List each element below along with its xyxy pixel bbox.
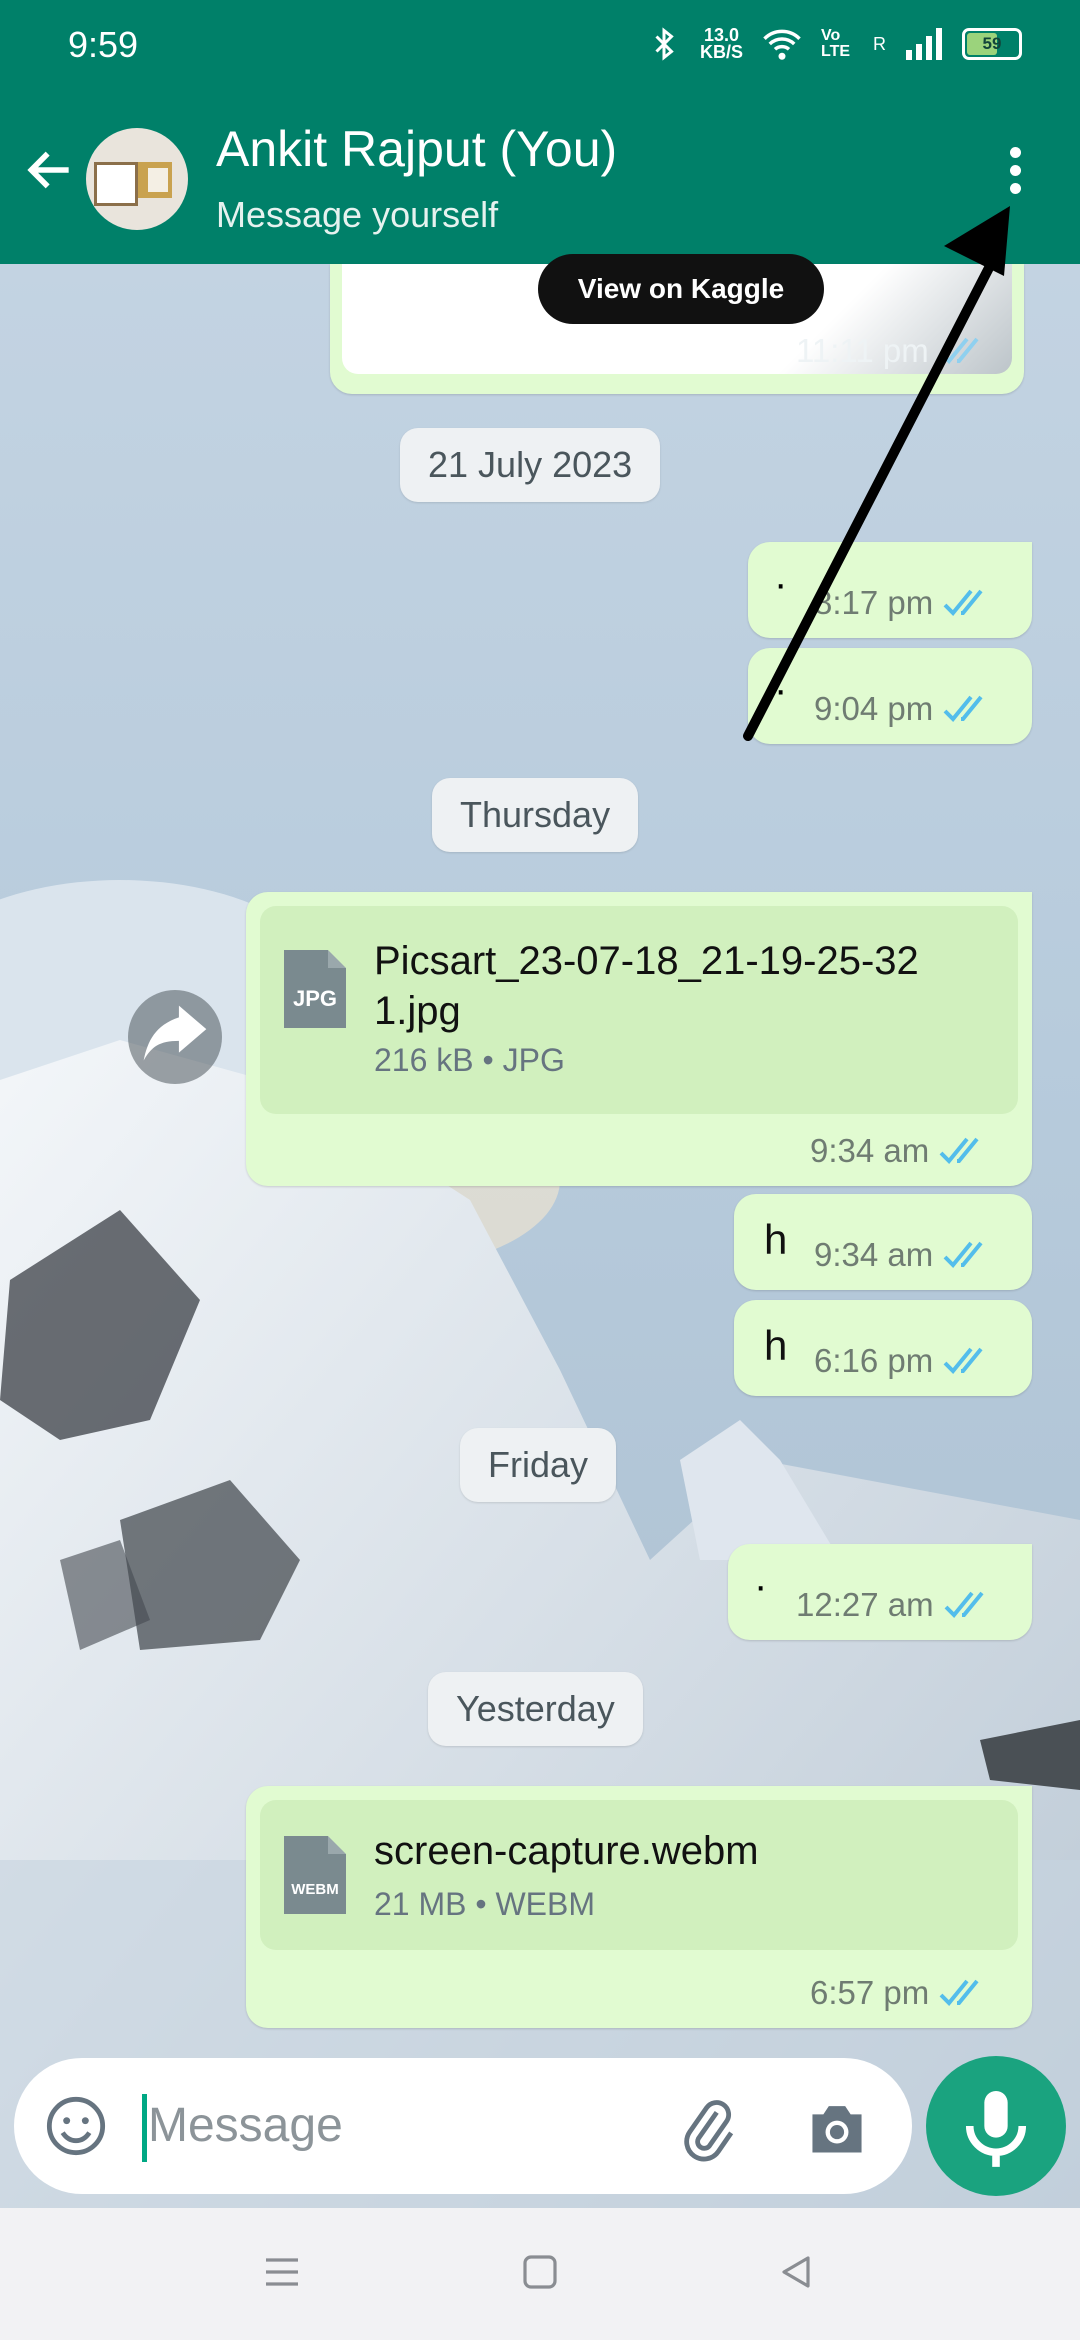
home-nav-icon[interactable]	[520, 2252, 560, 2292]
back-nav-icon[interactable]	[776, 2252, 816, 2292]
camera-icon[interactable]	[804, 2098, 870, 2158]
message-bubble[interactable]: · 12:27 am	[728, 1544, 1032, 1640]
double-tick-icon	[939, 1137, 979, 1164]
message-meta: 6:57 pm	[810, 1974, 987, 2012]
attachment-icon[interactable]	[674, 2098, 744, 2162]
file-name: Picsart_23-07-18_21-19-25-32 1.jpg	[374, 939, 919, 1033]
file-attachment[interactable]: JPG Picsart_23-07-18_21-19-25-32 1.jpg 2…	[260, 906, 1018, 1114]
date-separator: Friday	[460, 1428, 617, 1502]
double-tick-icon	[944, 1591, 984, 1618]
jpg-file-icon: JPG	[284, 950, 346, 1028]
date-separator: Yesterday	[428, 1672, 643, 1746]
double-tick-icon	[939, 1979, 979, 2006]
file-message[interactable]: WEBM screen-capture.webm 21 MB • WEBM 6:…	[246, 1786, 1032, 2028]
text-caret	[142, 2094, 147, 2162]
microphone-icon	[965, 2091, 1027, 2167]
message-composer[interactable]: Message	[14, 2058, 912, 2194]
date-separator: Thursday	[432, 778, 639, 852]
system-navigation-bar	[0, 2208, 1080, 2340]
voice-record-button[interactable]	[926, 2056, 1066, 2196]
message-bubble[interactable]: h 9:34 am	[734, 1194, 1032, 1290]
file-info: 216 kB • JPG	[374, 1042, 565, 1078]
message-meta: 12:27 am	[796, 1586, 992, 1624]
webm-file-icon: WEBM	[284, 1836, 346, 1914]
file-attachment[interactable]: WEBM screen-capture.webm 21 MB • WEBM	[260, 1800, 1018, 1950]
menu-nav-icon[interactable]	[262, 2252, 302, 2292]
message-meta: 9:34 am	[814, 1236, 991, 1274]
forward-button[interactable]	[128, 990, 222, 1084]
message-meta: 9:34 am	[810, 1132, 987, 1170]
message-text: ·	[754, 1564, 768, 1608]
double-tick-icon	[943, 1347, 983, 1374]
file-message[interactable]: JPG Picsart_23-07-18_21-19-25-32 1.jpg 2…	[246, 892, 1032, 1186]
message-input[interactable]: Message	[148, 2098, 343, 2153]
forward-icon	[143, 1005, 207, 1061]
emoji-icon[interactable]	[44, 2094, 108, 2158]
file-name: screen-capture.webm	[374, 1829, 759, 1873]
double-tick-icon	[943, 1241, 983, 1268]
file-info: 21 MB • WEBM	[374, 1886, 596, 1922]
message-text: h	[764, 1322, 788, 1369]
message-text: h	[764, 1216, 788, 1263]
message-meta: 6:16 pm	[814, 1342, 991, 1380]
message-bubble[interactable]: h 6:16 pm	[734, 1300, 1032, 1396]
